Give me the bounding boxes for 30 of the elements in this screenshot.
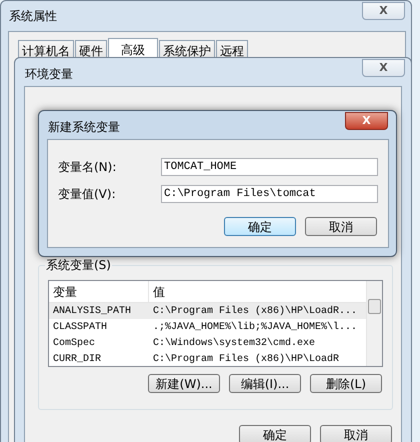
variable-value: C:\Program Files (x86)\HP\LoadR — [152, 352, 340, 366]
column-header[interactable]: 值 — [149, 281, 366, 302]
close-button[interactable]: X — [362, 2, 405, 20]
dialog-button[interactable]: 取消 — [305, 217, 377, 236]
window-title: 系统属性 — [9, 8, 57, 25]
dialog-title: 新建系统变量 — [48, 119, 120, 136]
variable-value: C:\Windows\system32\cmd.exe — [152, 336, 316, 350]
scrollbar[interactable] — [366, 281, 382, 366]
scroll-thumb[interactable] — [368, 299, 381, 314]
variable-value: .;%JAVA_HOME%\lib;%JAVA_HOME%\l... — [152, 320, 358, 334]
group-label: 系统变量(S) — [45, 257, 112, 273]
column-header[interactable]: 变量 — [49, 281, 149, 302]
list-action-button[interactable]: 新建(W)... — [148, 374, 220, 393]
field-label: 变量名(N): — [58, 159, 118, 176]
variable-value: C:\Program Files (x86)\HP\LoadR... — [152, 304, 358, 318]
dialog-button[interactable]: 确定 — [239, 425, 311, 442]
field-label: 变量值(V): — [58, 186, 117, 203]
dialog-button[interactable]: 确定 — [224, 217, 296, 236]
close-button[interactable]: X — [362, 59, 405, 77]
variable-name: CLASSPATH — [52, 320, 108, 334]
input-field[interactable]: TOMCAT_HOME — [161, 158, 378, 176]
list-row[interactable]: ANALYSIS_PATH C:\Program Files (x86)\HP\LoadR... — [49, 303, 366, 319]
variable-name: CURR_DIR — [52, 352, 102, 366]
window-title: 环境变量 — [25, 66, 73, 83]
list-action-button[interactable]: 删除(L) — [310, 374, 382, 393]
dialog-button[interactable]: 取消 — [320, 425, 392, 442]
list-action-button[interactable]: 编辑(I)... — [229, 374, 301, 393]
variable-name: ANALYSIS_PATH — [52, 304, 132, 318]
variable-name: ComSpec — [52, 336, 96, 350]
input-field[interactable]: C:\Program Files\tomcat — [161, 185, 378, 203]
